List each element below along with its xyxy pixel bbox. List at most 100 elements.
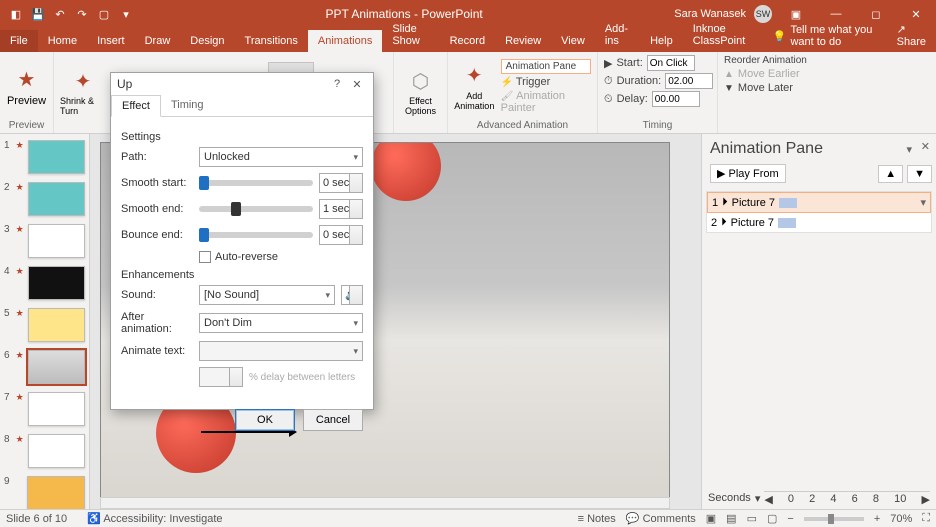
thumb-1[interactable]: 1★ <box>4 140 85 174</box>
tab-review[interactable]: Review <box>495 30 551 52</box>
delay-icon: ⏲ <box>604 93 613 106</box>
tab-addins[interactable]: Add-ins <box>595 18 640 52</box>
close-pane-icon[interactable]: ✕ <box>921 140 930 153</box>
thumb-8[interactable]: 8★ <box>4 434 85 468</box>
move-earlier-button: ▲ Move Earlier <box>724 68 820 80</box>
move-down-button[interactable]: ▼ <box>907 165 932 183</box>
cancel-button[interactable]: Cancel <box>303 409 363 431</box>
tab-file[interactable]: File <box>0 30 38 52</box>
thumb-9[interactable]: 9 <box>4 476 85 509</box>
chevron-down-icon[interactable]: ▾ <box>906 143 912 156</box>
zoom-value[interactable]: 70% <box>890 513 912 525</box>
animation-item-2[interactable]: 2⏵ Picture 7 <box>707 213 931 232</box>
path-label: Path: <box>121 151 193 163</box>
help-icon[interactable]: ? <box>327 78 347 90</box>
tick-left-icon[interactable]: ◀ <box>764 493 772 505</box>
animation-painter-button: 🖌 Animation Painter <box>501 90 591 114</box>
smooth-start-slider[interactable] <box>199 180 313 186</box>
dialog-close-icon[interactable]: ✕ <box>347 78 367 91</box>
chevron-down-icon[interactable]: ▾ <box>920 196 926 209</box>
effect-shrink-turn[interactable]: ✦Shrink & Turn <box>60 62 106 122</box>
view-normal-icon[interactable]: ▣ <box>706 512 716 525</box>
after-anim-label: After animation: <box>121 311 193 335</box>
tab-insert[interactable]: Insert <box>87 30 135 52</box>
accessibility-status[interactable]: ♿ Accessibility: Investigate <box>87 512 222 525</box>
tab-draw[interactable]: Draw <box>135 30 181 52</box>
undo-icon[interactable]: ↶ <box>52 6 68 22</box>
trigger-button[interactable]: ⚡ Trigger <box>501 76 591 88</box>
tab-classpoint[interactable]: Inknoe ClassPoint <box>683 18 763 52</box>
bounce-end-value[interactable]: 0 sec <box>319 225 363 245</box>
start-input[interactable] <box>647 55 695 71</box>
view-slideshow-icon[interactable]: ▢ <box>767 512 777 525</box>
ribbon-tabs: File Home Insert Draw Design Transitions… <box>0 28 936 52</box>
thumb-5[interactable]: 5★ <box>4 308 85 342</box>
thumb-2[interactable]: 2★ <box>4 182 85 216</box>
animation-list: 1⏵ Picture 7▾ 2⏵ Picture 7 <box>706 191 932 233</box>
path-combo[interactable]: Unlocked <box>199 147 363 167</box>
tell-me[interactable]: 💡Tell me what you want to do <box>763 20 887 52</box>
group-timing: Timing <box>604 118 711 131</box>
preview-button[interactable]: ★Preview <box>6 57 47 117</box>
tab-slideshow[interactable]: Slide Show <box>382 18 439 52</box>
tab-transitions[interactable]: Transitions <box>235 30 308 52</box>
sound-combo[interactable]: [No Sound] <box>199 285 335 305</box>
enhance-label: Enhancements <box>121 269 363 281</box>
fit-icon[interactable]: ⛶ <box>922 512 930 525</box>
save-icon[interactable]: 💾 <box>30 6 46 22</box>
tab-record[interactable]: Record <box>440 30 495 52</box>
thumb-7[interactable]: 7★ <box>4 392 85 426</box>
thumb-6[interactable]: 6★ <box>4 350 85 384</box>
bounce-end-slider[interactable] <box>199 232 313 238</box>
chevron-down-icon[interactable]: ▾ <box>755 492 761 505</box>
tab-view[interactable]: View <box>551 30 595 52</box>
zoom-slider[interactable] <box>804 517 864 521</box>
tab-animations[interactable]: Animations <box>308 30 382 52</box>
comments-button[interactable]: 💬 Comments <box>626 512 696 525</box>
after-anim-combo[interactable]: Don't Dim <box>199 313 363 333</box>
more-icon[interactable]: ▾ <box>118 6 134 22</box>
animation-item-1[interactable]: 1⏵ Picture 7▾ <box>707 192 931 213</box>
bulb-icon: 💡 <box>773 30 787 43</box>
autosave-icon[interactable]: ◧ <box>8 6 24 22</box>
tick-right-icon[interactable]: ▶ <box>921 493 929 505</box>
add-animation-button[interactable]: ✦Add Animation <box>454 57 495 117</box>
picture-ball-top[interactable] <box>371 142 441 201</box>
play-from-button[interactable]: ▶ Play From <box>710 164 786 183</box>
thumb-3[interactable]: 3★ <box>4 224 85 258</box>
sound-volume-button[interactable]: 🔈 <box>341 285 363 305</box>
dialog-tab-effect[interactable]: Effect <box>111 95 161 117</box>
tab-home[interactable]: Home <box>38 30 87 52</box>
delay-letters-label: % delay between letters <box>249 372 355 383</box>
dialog-title: Up <box>117 77 327 91</box>
delay-input[interactable] <box>652 91 700 107</box>
share-button[interactable]: ↗ Share <box>887 19 936 52</box>
move-later-button[interactable]: ▼ Move Later <box>724 82 820 94</box>
zoom-in-icon[interactable]: + <box>874 513 880 525</box>
duration-input[interactable] <box>665 73 713 89</box>
view-reading-icon[interactable]: ▭ <box>747 512 757 525</box>
view-sorter-icon[interactable]: ▤ <box>726 512 736 525</box>
thumb-4[interactable]: 4★ <box>4 266 85 300</box>
present-icon[interactable]: ▢ <box>96 6 112 22</box>
ok-button[interactable]: OK <box>235 409 295 431</box>
animation-pane-title: Animation Pane <box>706 140 932 158</box>
dialog-tabs: Effect Timing <box>111 95 373 117</box>
move-up-button[interactable]: ▲ <box>878 165 903 183</box>
animation-pane-button[interactable]: Animation Pane <box>501 59 591 74</box>
tab-help[interactable]: Help <box>640 30 683 52</box>
smooth-end-slider[interactable] <box>199 206 313 212</box>
group-advanced: Advanced Animation <box>454 118 591 131</box>
redo-icon[interactable]: ↷ <box>74 6 90 22</box>
click-icon: ⏵ <box>721 216 727 229</box>
settings-label: Settings <box>121 131 363 143</box>
effect-options-button[interactable]: ⬡Effect Options <box>400 62 441 122</box>
dialog-tab-timing[interactable]: Timing <box>161 95 214 116</box>
auto-reverse-checkbox[interactable]: Auto-reverse <box>199 251 363 263</box>
zoom-out-icon[interactable]: − <box>787 513 793 525</box>
tab-design[interactable]: Design <box>180 30 234 52</box>
smooth-start-value[interactable]: 0 sec <box>319 173 363 193</box>
horizontal-scrollbar[interactable] <box>100 497 670 509</box>
notes-button[interactable]: ≡ Notes <box>578 513 616 525</box>
smooth-end-value[interactable]: 1 sec <box>319 199 363 219</box>
